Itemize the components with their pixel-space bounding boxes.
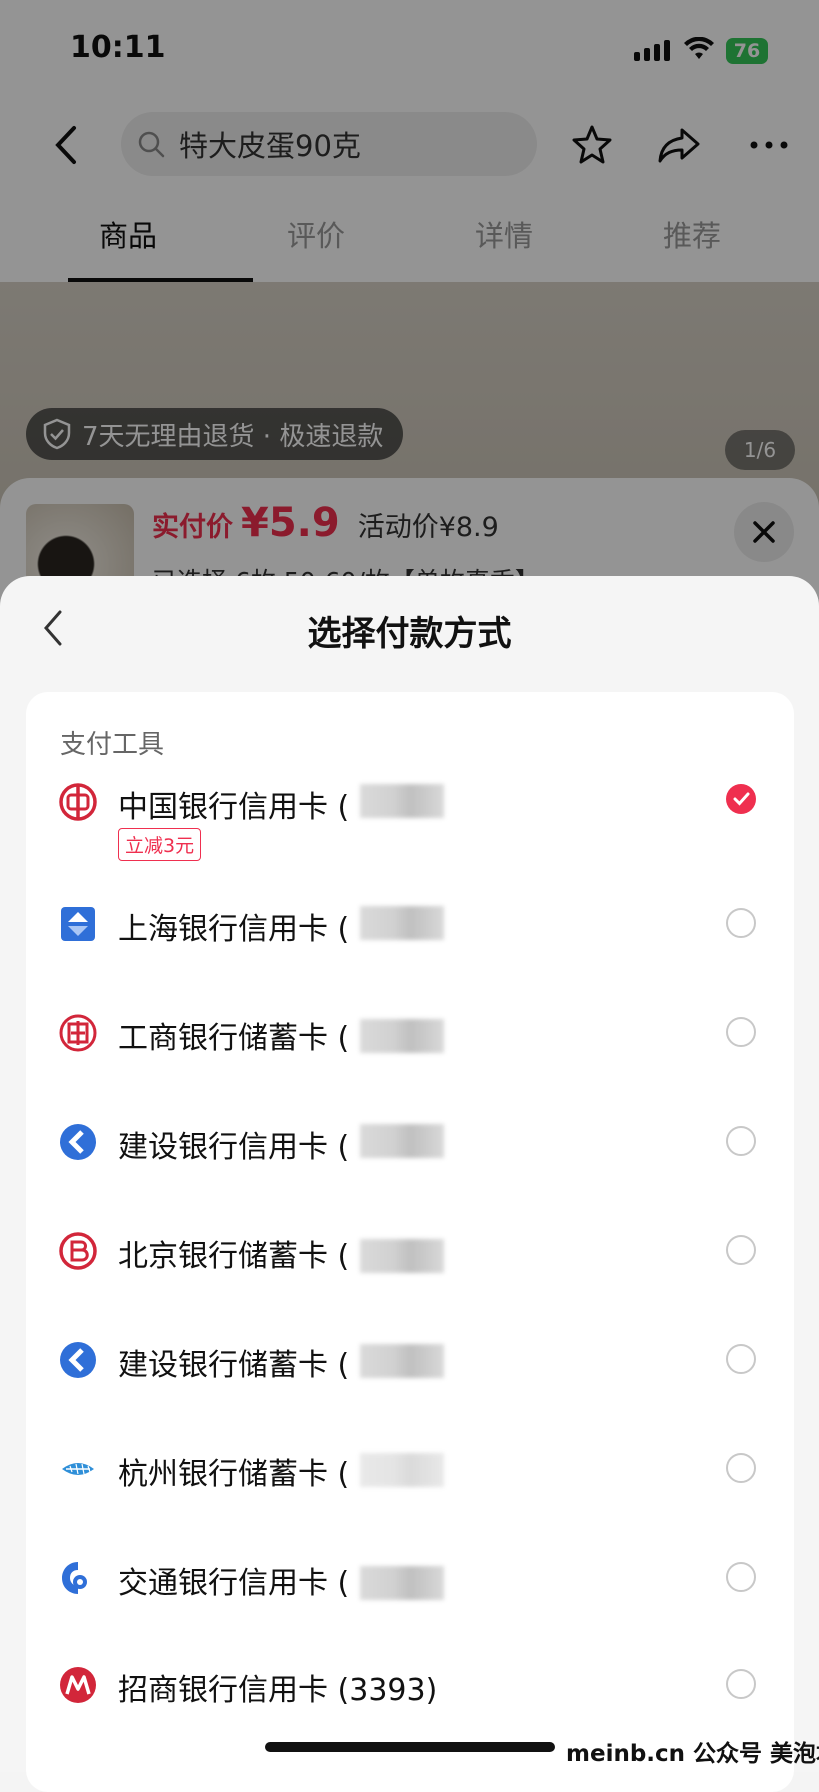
bank-name: 上海银行信用卡 (: [118, 912, 350, 947]
ccb-icon: [60, 1342, 96, 1378]
ccb-icon: [60, 1124, 96, 1160]
radio-button[interactable]: [726, 1669, 756, 1699]
bank-name: 工商银行储蓄卡 (: [118, 1021, 350, 1056]
home-indicator[interactable]: [265, 1742, 555, 1752]
payment-method-sheet: 选择付款方式 支付工具 中国银行信用卡 ( 立减3元 上海银行信用卡 ( 工商银…: [0, 576, 819, 1792]
section-title: 支付工具: [60, 730, 165, 760]
payment-method-row[interactable]: 建设银行储蓄卡 (: [26, 1326, 794, 1435]
masked-card-number: [360, 1019, 444, 1053]
radio-button[interactable]: [726, 908, 756, 938]
masked-card-number: [360, 1124, 444, 1158]
payment-title: 选择付款方式: [307, 614, 512, 654]
bosh-icon: [61, 907, 95, 941]
masked-card-number: [360, 1239, 444, 1273]
cmb-icon: [60, 1667, 96, 1703]
payment-header: 选择付款方式: [0, 576, 819, 676]
bank-name: 交通银行信用卡 (: [118, 1566, 350, 1601]
masked-card-number: [360, 1344, 444, 1378]
payment-method-row[interactable]: 交通银行信用卡 (: [26, 1544, 794, 1653]
masked-card-number: [360, 906, 444, 940]
bank-name: 建设银行储蓄卡 (: [118, 1348, 350, 1383]
payment-method-row[interactable]: 中国银行信用卡 ( 立减3元: [26, 770, 794, 879]
radio-button[interactable]: [726, 1126, 756, 1156]
icbc-icon: [59, 1014, 97, 1052]
masked-card-number: [360, 1566, 444, 1600]
radio-button[interactable]: [726, 1453, 756, 1483]
radio-button[interactable]: [726, 1344, 756, 1374]
payment-method-row[interactable]: 上海银行信用卡 (: [26, 890, 794, 999]
bob-icon: [59, 1232, 97, 1270]
bank-name: 建设银行信用卡 (: [118, 1130, 350, 1165]
selected-radio[interactable]: [726, 784, 756, 814]
check-icon: [733, 792, 750, 806]
radio-button[interactable]: [726, 1235, 756, 1265]
discount-badge: 立减3元: [118, 828, 202, 861]
radio-button[interactable]: [726, 1562, 756, 1592]
payment-method-row[interactable]: 杭州银行储蓄卡 (: [26, 1435, 794, 1544]
bank-name: 杭州银行储蓄卡 (: [118, 1457, 350, 1492]
radio-button[interactable]: [726, 1017, 756, 1047]
masked-card-number: [360, 1453, 444, 1487]
payment-method-row[interactable]: 建设银行信用卡 (: [26, 1108, 794, 1217]
bank-name: 招商银行信用卡 (3393): [118, 1673, 438, 1708]
payment-method-row[interactable]: 工商银行储蓄卡 (: [26, 999, 794, 1108]
bocom-icon: [62, 1562, 87, 1594]
payment-method-row[interactable]: 北京银行储蓄卡 (: [26, 1217, 794, 1326]
masked-card-number: [360, 784, 444, 818]
watermark: meinb.cn 公众号 美泡君: [566, 1741, 819, 1767]
boc-icon: [59, 783, 97, 821]
payment-tools-card: 支付工具 中国银行信用卡 ( 立减3元 上海银行信用卡 ( 工商银行储蓄卡 (: [26, 692, 794, 1792]
bank-name: 北京银行储蓄卡 (: [118, 1239, 350, 1274]
bank-name: 中国银行信用卡 (: [118, 790, 350, 825]
hzbank-icon: [62, 1463, 94, 1475]
